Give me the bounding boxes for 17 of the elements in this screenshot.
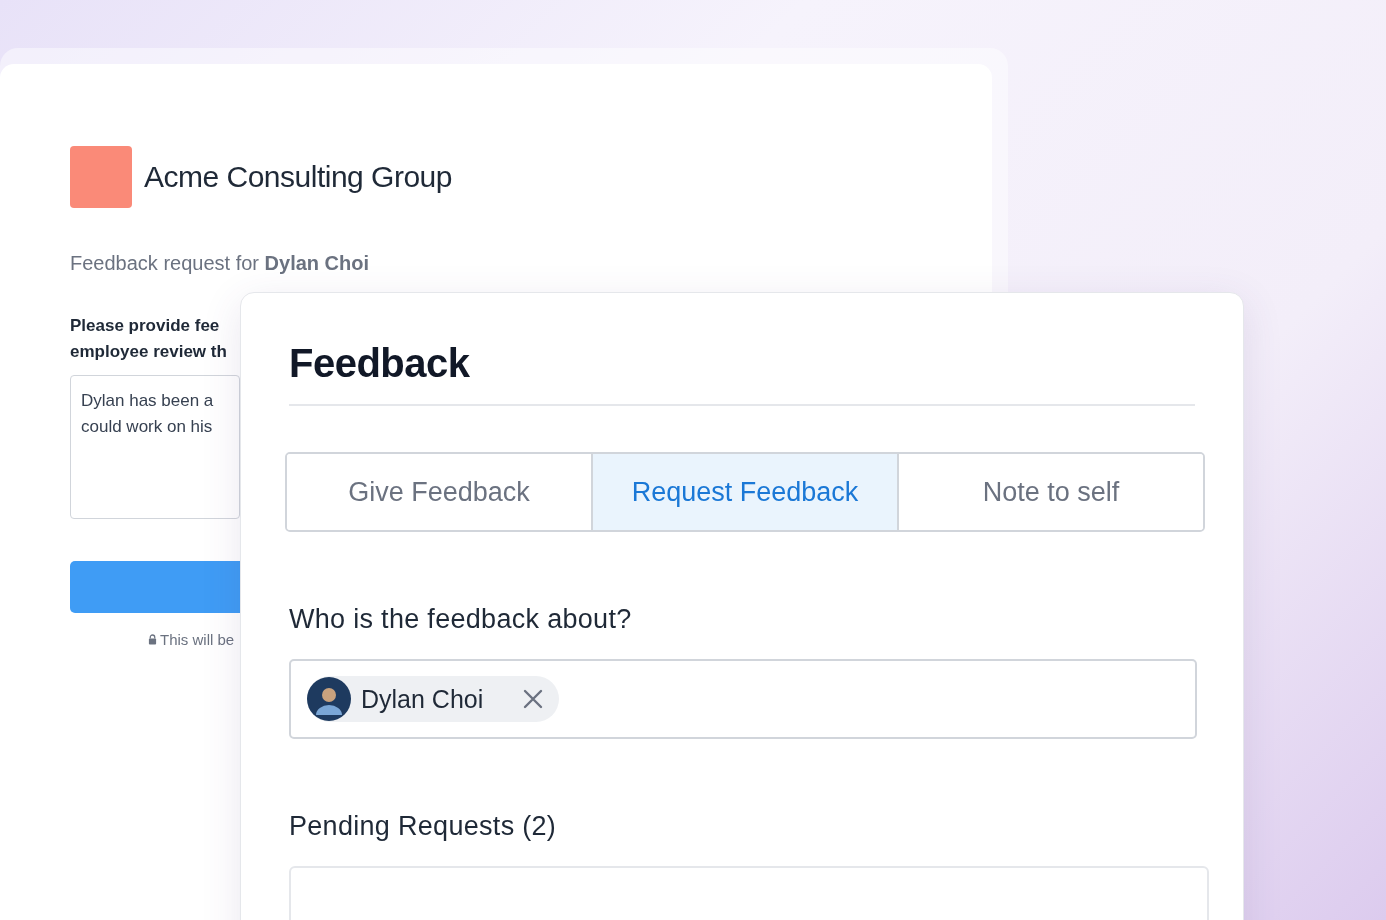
remove-icon[interactable] [523, 689, 544, 709]
tab[interactable]: Give Feedback [287, 454, 593, 530]
panel-title: Feedback [289, 341, 471, 386]
prompt-text: Please provide fee [70, 315, 221, 337]
answer-box[interactable]: Dylan has been a could work on his [70, 375, 240, 519]
avatar-icon [307, 677, 351, 721]
company-name: Acme Consulting Group [144, 160, 452, 194]
section-heading: Pending Requests (2) [289, 811, 558, 842]
logo-icon [70, 146, 132, 208]
recipient-name: Dylan Choi [361, 684, 484, 714]
section-heading: Who is the feedback about? [289, 604, 633, 635]
request-label: Feedback request for Dylan Choi [70, 252, 370, 275]
recipient-field[interactable]: Dylan Choi [289, 659, 1197, 739]
prompt-text: employee review th [70, 341, 228, 363]
tab[interactable]: Request Feedback [593, 454, 899, 530]
lock-icon [148, 634, 157, 645]
privacy-note: This will be [160, 631, 235, 648]
